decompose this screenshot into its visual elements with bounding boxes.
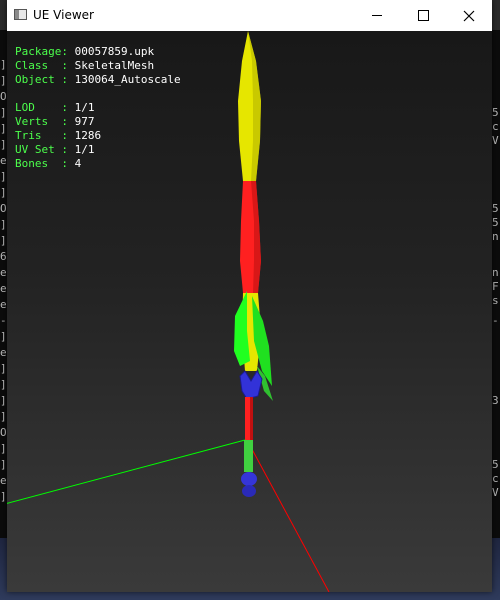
window-title: UE Viewer xyxy=(33,8,94,22)
axis-y-line xyxy=(246,439,330,592)
console-char: n xyxy=(492,266,499,279)
console-char: 5 xyxy=(492,202,499,215)
console-char: c xyxy=(492,472,499,485)
info-uvset: UV Set : 1/1 xyxy=(15,143,95,156)
info-verts: Verts : 977 xyxy=(15,115,95,128)
background-console-right: 5cV55nnFs-35cV xyxy=(492,30,500,600)
console-char: 5 xyxy=(492,216,499,229)
console-char: n xyxy=(492,230,499,243)
grip-collar xyxy=(244,440,253,472)
grip-shade xyxy=(250,397,253,441)
console-char: 5 xyxy=(492,106,499,119)
console-char: V xyxy=(492,134,499,147)
console-char: c xyxy=(492,120,499,133)
close-button[interactable] xyxy=(446,0,492,31)
console-char: s xyxy=(492,294,499,307)
title-bar[interactable]: UE Viewer xyxy=(7,0,492,31)
pommel-upper xyxy=(241,472,257,486)
minimize-icon xyxy=(372,15,382,16)
info-package: Package: 00057859.upk xyxy=(15,45,155,58)
3d-viewport[interactable]: Package: 00057859.upk Class : SkeletalMe… xyxy=(7,31,492,592)
pommel-lower xyxy=(242,485,256,497)
console-char: V xyxy=(492,486,499,499)
minimize-button[interactable] xyxy=(354,0,400,31)
axis-x-line xyxy=(7,439,246,504)
console-char: 3 xyxy=(492,394,499,407)
console-char: 5 xyxy=(492,458,499,471)
info-object: Object : 130064_Autoscale xyxy=(15,73,181,86)
mesh-info-overlay: Package: 00057859.upk Class : SkeletalMe… xyxy=(15,45,181,171)
app-window-icon xyxy=(14,9,27,20)
maximize-icon xyxy=(417,10,429,21)
ue-viewer-window[interactable]: UE Viewer Package: 00057859.upk Class: … xyxy=(7,0,492,592)
info-lod: LOD : 1/1 xyxy=(15,101,95,114)
info-bones: Bones : 4 xyxy=(15,157,82,170)
hilt-cap xyxy=(239,370,263,400)
info-tris: Tris : 1286 xyxy=(15,129,102,142)
maximize-button[interactable] xyxy=(400,0,446,31)
info-class: Class : SkeletalMesh xyxy=(15,59,155,72)
console-char: F xyxy=(492,280,499,293)
console-char: - xyxy=(492,314,499,327)
close-icon xyxy=(463,10,475,21)
